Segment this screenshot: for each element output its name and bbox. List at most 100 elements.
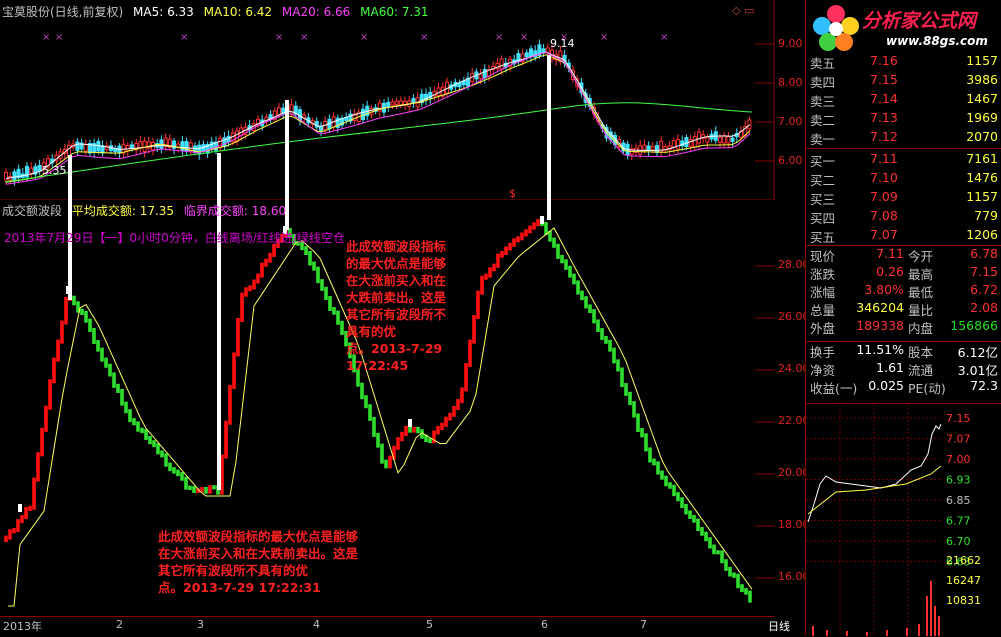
- stat-row: 净资 1.61 流通 3.01亿: [806, 360, 1001, 378]
- wave-bar: [92, 328, 96, 345]
- wave-bar: [56, 339, 60, 362]
- wave-bar: [612, 347, 616, 364]
- wave-bar: [248, 285, 252, 292]
- stat-value: 0.26: [876, 264, 904, 279]
- stat-value: 11.51%: [856, 342, 904, 357]
- stat-value: 3.01亿: [957, 363, 998, 378]
- stat-value: 6.78: [970, 246, 998, 261]
- bid-volume: 1476: [966, 170, 998, 185]
- wave-bar: [264, 258, 268, 267]
- wave-bar: [468, 339, 472, 368]
- wave-bar: [604, 335, 608, 344]
- stat-row: 外盘 189338 内盘 156866: [806, 318, 1001, 336]
- wave-bar: [728, 566, 732, 577]
- wave-bar: [52, 357, 56, 384]
- divider: [806, 148, 1001, 149]
- wave-bar: [40, 427, 44, 457]
- ask-row: 卖三 7.14 1467: [806, 91, 1001, 109]
- bid-volume: 1157: [966, 189, 998, 204]
- wave-bar: [172, 467, 176, 474]
- ask-price: 7.14: [870, 91, 898, 106]
- volume-bar: [930, 581, 932, 636]
- wave-bar: [648, 447, 652, 463]
- wave-bar: [504, 246, 508, 256]
- x-axis-label: 3: [197, 618, 204, 631]
- stat-label: 量比: [908, 303, 934, 318]
- wave-bar: [164, 453, 168, 467]
- wave-bar: [444, 416, 448, 427]
- volume-bar: [886, 630, 888, 636]
- exit-marker: [18, 504, 22, 512]
- wave-bar: [192, 486, 196, 493]
- bid-row: 买一 7.11 7161: [806, 151, 1001, 169]
- wave-bar: [64, 296, 68, 325]
- wave-bar: [660, 470, 664, 480]
- annotation-line: 点。2013-7-29: [346, 341, 443, 356]
- wave-bar: [716, 550, 720, 555]
- ask-row: 卖二 7.13 1969: [806, 110, 1001, 128]
- bid-price: 7.11: [870, 151, 898, 166]
- stat-value: 1.61: [876, 360, 904, 375]
- price-tick: 6.00: [778, 154, 803, 167]
- wave-bar: [440, 422, 444, 431]
- wave-bar: [392, 445, 396, 460]
- intraday-chart[interactable]: 7.157.077.006.936.856.776.706.6321662162…: [806, 404, 1001, 636]
- wave-bar: [724, 559, 728, 571]
- wave-bar: [4, 535, 8, 542]
- wave-bar: [152, 440, 156, 448]
- wave-bar: [12, 528, 16, 534]
- ask-volume: 1157: [966, 53, 998, 68]
- wave-bar: [376, 432, 380, 448]
- wave-bar: [528, 225, 532, 234]
- wave-bar: [308, 251, 312, 266]
- wave-bar: [380, 443, 384, 464]
- bid-name: 买一: [810, 154, 836, 169]
- logo-text: 分析家公式网: [862, 10, 977, 32]
- stat-row: 收益(一) 0.025 PE(动) 72.3: [806, 378, 1001, 396]
- wave-bar: [36, 452, 40, 482]
- wave-bar: [240, 292, 244, 322]
- wave-bar: [500, 251, 504, 258]
- wave-bar: [324, 286, 328, 301]
- period-label[interactable]: 日线: [768, 618, 790, 634]
- volume-bar: [938, 616, 940, 636]
- wave-bar: [588, 304, 592, 314]
- stat-label: 外盘: [810, 321, 836, 336]
- wave-bar: [232, 352, 236, 389]
- stat-label: 内盘: [908, 321, 934, 336]
- wave-bar: [720, 550, 724, 564]
- volume-bar: [826, 630, 828, 636]
- annotation-line: 此成效额波段指标的最大优点是能够: [158, 529, 359, 544]
- x-axis-label: 4: [313, 618, 320, 631]
- wave-bar: [436, 426, 440, 435]
- stat-value: 6.72: [970, 282, 998, 297]
- wave-bar: [180, 472, 184, 481]
- ask-price: 7.15: [870, 72, 898, 87]
- wave-bar: [492, 263, 496, 272]
- wave-bar: [644, 433, 648, 452]
- stat-label: 换手: [810, 345, 836, 360]
- wave-bar: [108, 363, 112, 377]
- wave-bar: [396, 437, 400, 450]
- wave-bar: [332, 306, 336, 315]
- intraday-price-tick: 7.15: [946, 412, 971, 425]
- stat-label: PE(动): [908, 381, 946, 396]
- wave-bar: [28, 505, 32, 512]
- wave-bar: [624, 383, 628, 396]
- indicator-name[interactable]: 成交额波段: [2, 204, 62, 218]
- annotation-line: 在大涨前买入和在大跌前卖出。这是: [158, 546, 359, 561]
- wave-bar: [184, 476, 188, 490]
- wave-bar: [372, 416, 376, 437]
- wave-bar: [616, 359, 620, 372]
- bid-volume: 7161: [966, 151, 998, 166]
- annotation-line: 点。2013-7-29 17:22:31: [158, 580, 321, 595]
- wave-bar: [320, 279, 324, 291]
- wave-bar: [696, 518, 700, 532]
- wave-bar: [664, 475, 668, 487]
- stat-value: 6.12亿: [957, 345, 998, 360]
- wave-bar: [576, 280, 580, 295]
- bid-name: 买三: [810, 192, 836, 207]
- stat-label: 现价: [810, 249, 836, 264]
- stat-value: 156866: [950, 318, 998, 333]
- wave-bar: [448, 412, 452, 421]
